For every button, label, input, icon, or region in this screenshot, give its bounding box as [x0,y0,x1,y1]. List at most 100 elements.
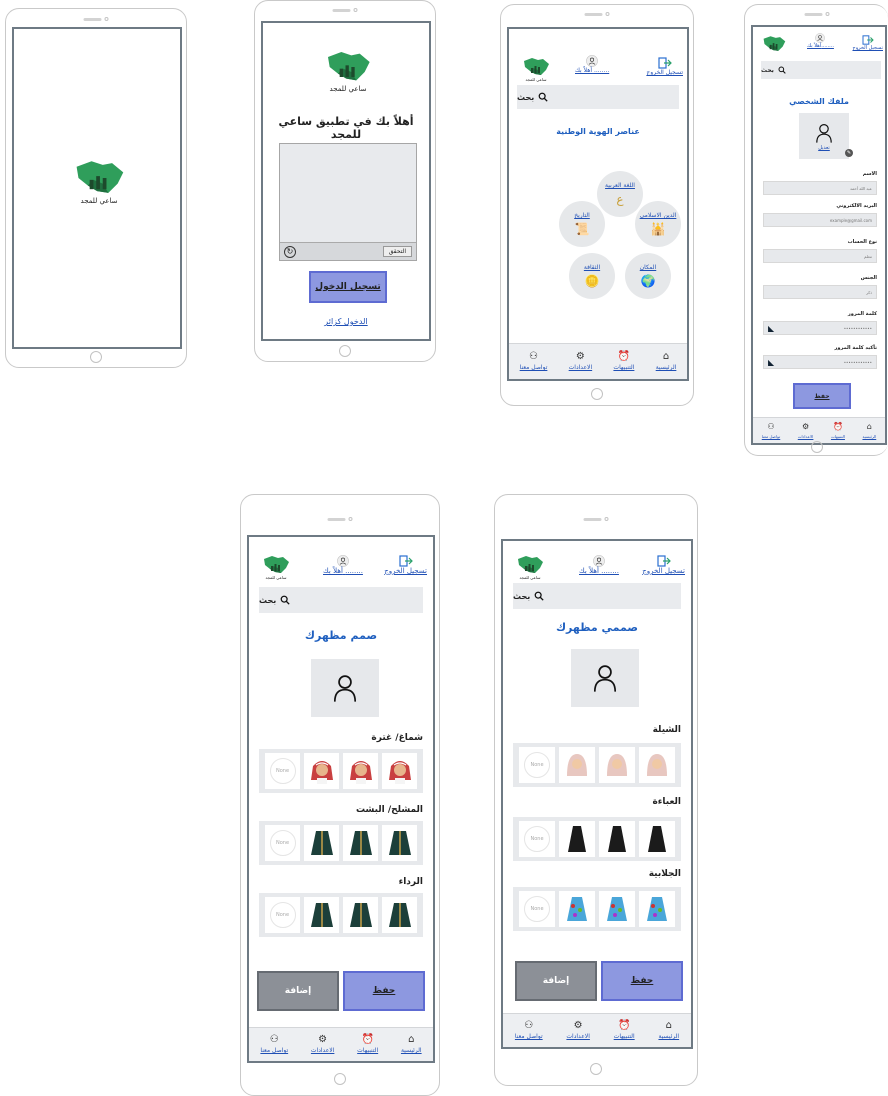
option-none[interactable]: None [519,821,555,857]
home-screen: ساعي للمجد أهلاً بك ........ تسجيل الخرو… [507,27,689,381]
option-tile[interactable] [382,753,417,789]
option-none[interactable]: None [265,825,300,861]
design-title: صممي مظهرك [555,621,639,634]
nav-contact[interactable]: ⚇ تواصل معنا [260,1034,288,1055]
app-logo-small: ساعي للمجد [511,555,549,580]
option-tile[interactable] [639,747,675,783]
home-icon: ⌂ [408,1034,415,1045]
add-button[interactable]: إضافة [257,971,339,1011]
confirm-password-field[interactable]: •••••••••••• ◣ [763,355,877,369]
name-field[interactable]: عبد الله أحمد [763,181,877,195]
nav-settings[interactable]: ⚙ الاعدادات [311,1035,334,1055]
identity-item-islam[interactable]: الدين الاسلامي 🕌 [635,201,681,247]
option-none[interactable]: None [519,747,555,783]
logout-link[interactable]: تسجيل الخروج [646,57,683,76]
contact-icon: ⚇ [269,1034,279,1045]
nav-settings[interactable]: ⚙ الاعدادات [569,351,592,372]
option-tile[interactable] [343,897,378,933]
nav-notifications[interactable]: ⏰ التنبيهات [613,352,634,372]
option-none[interactable]: None [265,897,300,933]
jalabiya-icon [562,894,592,924]
identity-item-place[interactable]: المكان 🌍 [625,253,671,299]
nav-settings[interactable]: ⚙ الاعدادات [798,422,814,439]
gender-field[interactable]: ذكر [763,285,877,299]
option-tile[interactable] [599,747,635,783]
field-label-email: البريد الالكتروني [836,203,877,209]
pencil-icon[interactable]: ✎ [845,149,853,157]
captcha-verify-button[interactable]: التحقق [382,246,412,257]
option-tile[interactable] [304,897,339,933]
option-tile[interactable] [559,891,595,927]
phone-home-button [90,351,102,363]
bottom-nav: ⚇ تواصل معنا ⚙ الاعدادات ⏰ التنبيهات ⌂ الرئي… [753,417,885,443]
guest-login-link[interactable]: الدخول كزائر [263,317,429,326]
nav-notifications[interactable]: ⏰ التنبيهات [614,1021,635,1041]
nav-home[interactable]: ⌂ الرئيسية [658,1021,679,1041]
account-type-field[interactable]: معلم [763,249,877,263]
ghutra-icon [307,756,337,786]
settings-icon: ⚙ [575,351,585,362]
option-tile[interactable] [599,891,635,927]
identity-item-arabic[interactable]: اللغة العربية ع [597,171,643,217]
nav-home[interactable]: ⌂ الرئيسية [862,422,876,439]
letters-icon: ع [616,192,624,206]
nav-notifications[interactable]: ⏰ التنبيهات [357,1035,378,1055]
shemagh-icon [385,756,415,786]
option-tile[interactable] [559,821,595,857]
identity-item-culture[interactable]: الثقافة 🪙 [569,253,615,299]
jalabiya-options: None [513,887,681,931]
search-input[interactable]: بحث [517,85,679,109]
section-label-robe: الرداء [398,877,423,887]
nav-contact[interactable]: ⚇ تواصل معنا [762,422,781,439]
option-tile[interactable] [304,753,339,789]
password-field[interactable]: •••••••••••• ◣ [763,321,877,335]
option-none[interactable]: None [519,891,555,927]
nav-contact[interactable]: ⚇ تواصل معنا [515,1021,543,1041]
thobe-icon [385,900,415,930]
logout-link[interactable]: تسجيل الخروج [642,555,685,575]
eye-off-icon[interactable]: ◣ [768,358,774,367]
field-label-confirm-password: تأكيد كلمة المرور [834,345,877,351]
logout-link[interactable]: تسجيل الخروج [852,35,883,51]
captcha-box[interactable]: ↻ التحقق [279,143,417,261]
nav-home[interactable]: ⌂ الرئيسية [401,1034,422,1055]
option-tile[interactable] [639,821,675,857]
identity-item-history[interactable]: التاريخ 📜 [559,201,605,247]
search-input[interactable]: بحث [513,583,681,609]
nav-contact[interactable]: ⚇ تواصل معنا [520,352,548,372]
save-button[interactable]: حفظ [793,383,851,409]
logout-icon [657,555,671,567]
option-tile[interactable] [382,897,417,933]
login-button[interactable]: تسجيل الدخول [309,271,387,303]
logout-link[interactable]: تسجيل الخروج [384,555,427,575]
thobe-icon [307,900,337,930]
phone-home-button [590,1063,602,1075]
bisht-icon [346,828,376,858]
save-button[interactable]: حفظ [343,971,425,1011]
save-button[interactable]: حفظ [601,961,683,1001]
welcome-title: أهلاً بك في تطبيق ساعي للمجد [278,115,414,141]
nav-notifications[interactable]: ⏰ التنبيهات [831,422,845,439]
saudi-map-logo-icon [323,49,373,85]
greeting: أهلاً بك ........ [579,555,619,575]
refresh-icon[interactable]: ↻ [284,245,296,258]
email-field[interactable]: example@gmail.com [763,213,877,227]
avatar-preview [571,649,639,707]
option-tile[interactable] [599,821,635,857]
option-none[interactable]: None [265,753,300,789]
eye-off-icon[interactable]: ◣ [768,324,774,333]
option-tile[interactable] [382,825,417,861]
option-tile[interactable] [559,747,595,783]
option-tile[interactable] [304,825,339,861]
option-tile[interactable] [343,825,378,861]
nav-home[interactable]: ⌂ الرئيسية [656,352,677,372]
user-avatar-icon [337,555,349,567]
search-input[interactable]: بحث [761,61,881,79]
phone-speaker [583,517,609,521]
search-input[interactable]: بحث [259,587,423,613]
option-tile[interactable] [639,891,675,927]
edit-avatar-link[interactable]: تعديل [818,145,830,151]
nav-settings[interactable]: ⚙ الاعدادات [566,1021,589,1041]
add-button[interactable]: إضافة [515,961,597,1001]
option-tile[interactable] [343,753,378,789]
